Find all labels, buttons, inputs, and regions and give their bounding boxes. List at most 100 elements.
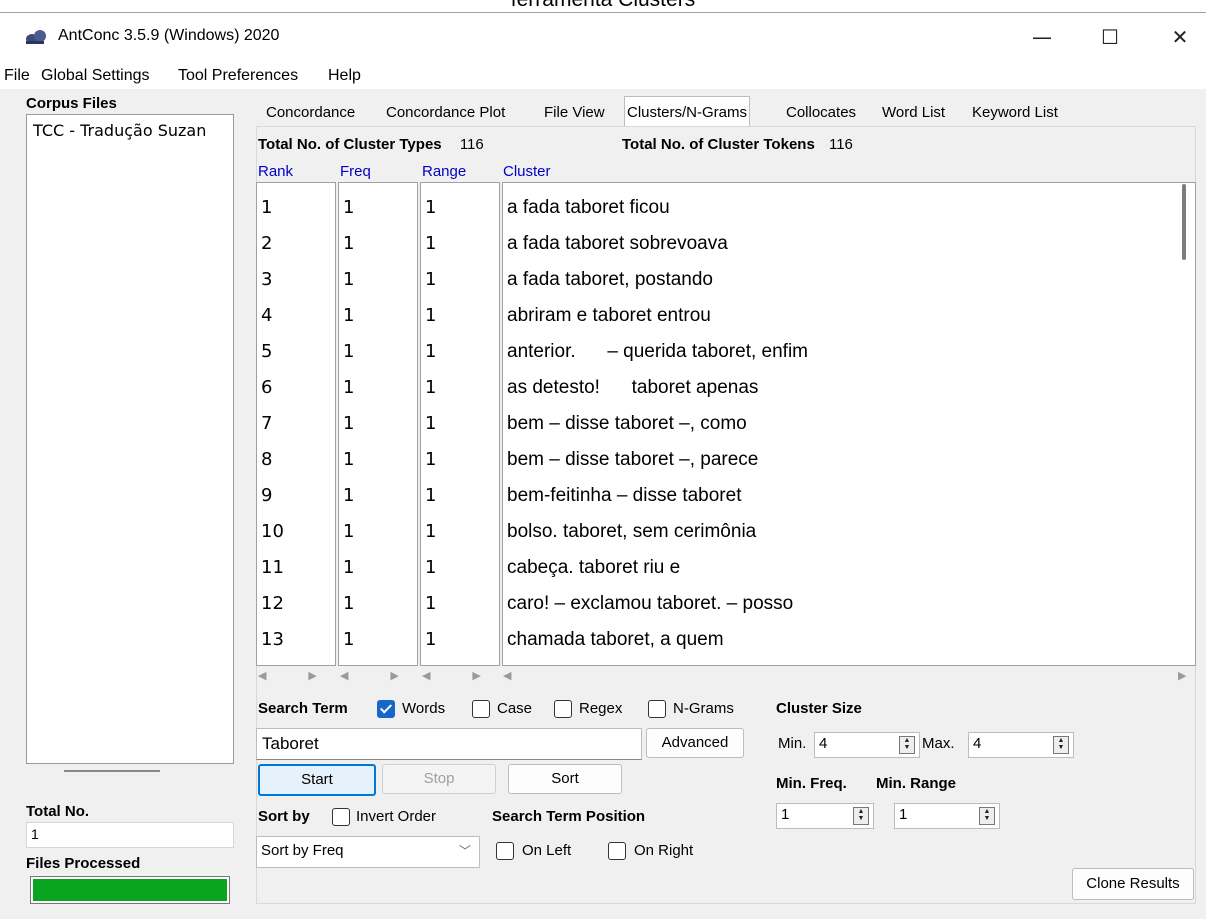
rank-cell[interactable]: 12 (261, 593, 284, 614)
rank-column-list[interactable]: 1 2 3 4 5 6 7 8 9 10 11 12 13 (256, 182, 336, 666)
range-cell[interactable]: 1 (425, 629, 436, 650)
rank-cell[interactable]: 8 (261, 449, 272, 470)
cluster-cell[interactable]: as detesto! taboret apenas (507, 377, 758, 399)
words-checkbox[interactable] (377, 700, 395, 718)
freq-cell[interactable]: 1 (343, 233, 354, 254)
rank-cell[interactable]: 11 (261, 557, 284, 578)
cluster-cell[interactable]: a fada taboret sobrevoava (507, 233, 728, 255)
sort-by-select[interactable]: Sort by Freq ﹀ (256, 836, 480, 868)
start-button[interactable]: Start (258, 764, 376, 796)
corpus-files-list[interactable]: TCC - Tradução Suzan (26, 114, 234, 764)
clone-results-button[interactable]: Clone Results (1072, 868, 1194, 900)
range-hscroll[interactable]: ◀ ▶ (422, 669, 481, 683)
cluster-cell[interactable]: caro! – exclamou taboret. – posso (507, 593, 793, 615)
freq-cell[interactable]: 1 (343, 341, 354, 362)
tab-collocates[interactable]: Collocates (786, 100, 856, 126)
cluster-cell[interactable]: cabeça. taboret riu e (507, 557, 680, 579)
panel-splitter[interactable] (64, 770, 160, 772)
freq-cell[interactable]: 1 (343, 521, 354, 542)
freq-cell[interactable]: 1 (343, 305, 354, 326)
stop-button[interactable]: Stop (382, 764, 496, 794)
column-header-rank[interactable]: Rank (258, 163, 293, 180)
rank-cell[interactable]: 4 (261, 305, 272, 326)
tab-file-view[interactable]: File View (544, 100, 605, 126)
rank-cell[interactable]: 5 (261, 341, 272, 362)
rank-cell[interactable]: 6 (261, 377, 272, 398)
cluster-cell[interactable]: a fada taboret ficou (507, 197, 670, 219)
rank-cell[interactable]: 2 (261, 233, 272, 254)
freq-hscroll[interactable]: ◀ ▶ (340, 669, 399, 683)
range-cell[interactable]: 1 (425, 269, 436, 290)
close-button[interactable]: ✕ (1160, 19, 1200, 55)
menu-tool-preferences[interactable]: Tool Preferences (178, 67, 298, 85)
cluster-cell[interactable]: anterior. – querida taboret, enfim (507, 341, 808, 363)
column-header-range[interactable]: Range (422, 163, 466, 180)
menu-file[interactable]: File (4, 67, 30, 85)
ngrams-checkbox[interactable] (648, 700, 666, 718)
freq-column-list[interactable]: 1 1 1 1 1 1 1 1 1 1 1 1 1 (338, 182, 418, 666)
rank-cell[interactable]: 10 (261, 521, 284, 542)
menu-global-settings[interactable]: Global Settings (41, 67, 150, 85)
range-column-list[interactable]: 1 1 1 1 1 1 1 1 1 1 1 1 1 (420, 182, 500, 666)
cluster-cell[interactable]: abriram e taboret entrou (507, 305, 711, 327)
menu-help[interactable]: Help (328, 67, 361, 85)
freq-cell[interactable]: 1 (343, 593, 354, 614)
cluster-cell[interactable]: chamada taboret, a quem (507, 629, 724, 651)
cluster-hscroll-left[interactable]: ◀ (503, 669, 511, 683)
range-cell[interactable]: 1 (425, 485, 436, 506)
range-cell[interactable]: 1 (425, 197, 436, 218)
column-header-cluster[interactable]: Cluster (503, 163, 551, 180)
invert-order-checkbox[interactable] (332, 808, 350, 826)
cluster-cell[interactable]: bem – disse taboret –, como (507, 413, 747, 435)
range-cell[interactable]: 1 (425, 377, 436, 398)
rank-cell[interactable]: 9 (261, 485, 272, 506)
column-header-freq[interactable]: Freq (340, 163, 371, 180)
range-cell[interactable]: 1 (425, 233, 436, 254)
tab-keyword-list[interactable]: Keyword List (972, 100, 1058, 126)
vertical-scrollbar-thumb[interactable] (1182, 184, 1186, 260)
min-range-spinner[interactable]: 1 ▲ ▼ (894, 803, 1000, 829)
range-cell[interactable]: 1 (425, 449, 436, 470)
freq-cell[interactable]: 1 (343, 197, 354, 218)
corpus-file-item[interactable]: TCC - Tradução Suzan (33, 121, 206, 140)
freq-cell[interactable]: 1 (343, 269, 354, 290)
cluster-cell[interactable]: bem-feitinha – disse taboret (507, 485, 741, 507)
rank-cell[interactable]: 1 (261, 197, 272, 218)
range-cell[interactable]: 1 (425, 521, 436, 542)
min-range-spin-arrows-icon[interactable]: ▲ ▼ (979, 807, 995, 825)
sort-button[interactable]: Sort (508, 764, 622, 794)
rank-cell[interactable]: 3 (261, 269, 272, 290)
cluster-min-spin-arrows-icon[interactable]: ▲ ▼ (899, 736, 915, 754)
tab-clusters-ngrams[interactable]: Clusters/N-Grams (624, 96, 751, 127)
tab-word-list[interactable]: Word List (882, 100, 945, 126)
range-cell[interactable]: 1 (425, 557, 436, 578)
maximize-button[interactable]: ☐ (1090, 19, 1130, 55)
range-cell[interactable]: 1 (425, 413, 436, 434)
range-cell[interactable]: 1 (425, 305, 436, 326)
range-cell[interactable]: 1 (425, 593, 436, 614)
cluster-max-spin-arrows-icon[interactable]: ▲ ▼ (1053, 736, 1069, 754)
advanced-button[interactable]: Advanced (646, 728, 744, 758)
rank-cell[interactable]: 13 (261, 629, 284, 650)
cluster-cell[interactable]: bolso. taboret, sem cerimônia (507, 521, 756, 543)
freq-cell[interactable]: 1 (343, 557, 354, 578)
min-freq-spinner[interactable]: 1 ▲ ▼ (776, 803, 874, 829)
regex-checkbox[interactable] (554, 700, 572, 718)
case-checkbox[interactable] (472, 700, 490, 718)
tab-concordance[interactable]: Concordance (266, 100, 355, 126)
rank-hscroll[interactable]: ◀ ▶ (258, 669, 317, 683)
cluster-cell[interactable]: bem – disse taboret –, parece (507, 449, 758, 471)
cluster-column-list[interactable]: a fada taboret ficou a fada taboret sobre… (502, 182, 1196, 666)
rank-cell[interactable]: 7 (261, 413, 272, 434)
on-right-checkbox[interactable] (608, 842, 626, 860)
minimize-button[interactable]: — (1022, 19, 1062, 55)
search-term-input[interactable]: Taboret (256, 728, 642, 760)
freq-cell[interactable]: 1 (343, 485, 354, 506)
freq-cell[interactable]: 1 (343, 449, 354, 470)
cluster-cell[interactable]: a fada taboret, postando (507, 269, 713, 291)
freq-cell[interactable]: 1 (343, 629, 354, 650)
cluster-hscroll-right[interactable]: ▶ (1178, 669, 1186, 683)
min-freq-spin-arrows-icon[interactable]: ▲ ▼ (853, 807, 869, 825)
cluster-min-spinner[interactable]: 4 ▲ ▼ (814, 732, 920, 758)
cluster-max-spinner[interactable]: 4 ▲ ▼ (968, 732, 1074, 758)
